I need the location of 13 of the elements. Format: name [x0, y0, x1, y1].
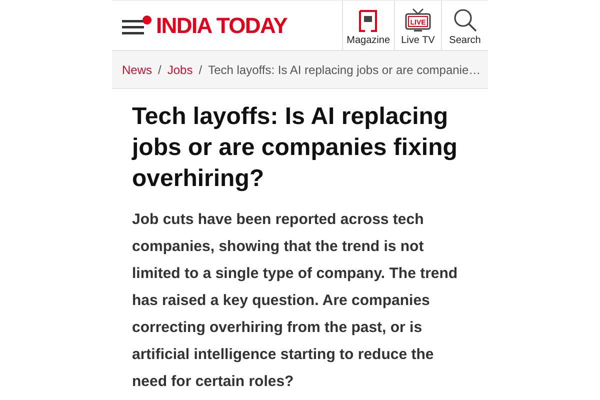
nav-link[interactable]: Search: [441, 1, 488, 50]
breadcrumb-link[interactable]: News: [122, 62, 152, 76]
article-title: Tech layoffs: Is AI replacing jobs or are companies fixing overhiring?: [132, 102, 458, 194]
menu-icon[interactable]: [122, 14, 152, 36]
site-logo[interactable]: INDIA TODAY: [156, 12, 287, 38]
search-icon: [453, 8, 477, 32]
breadcrumb-separator: /: [158, 62, 162, 76]
breadcrumb-link[interactable]: Jobs: [167, 62, 193, 76]
nav-link[interactable]: Magazine: [342, 1, 394, 50]
magazine-icon: [359, 10, 378, 32]
breadcrumb-current: Tech layoffs: Is AI replacing jobs or are companie…: [208, 62, 481, 76]
breadcrumb-separator: /: [198, 62, 202, 76]
article-summary: Job cuts have been reported across tech companies, showing that the trend is not limited to a single type of company. The trend has raised a key question. Are companies correcting overhiring from the past, or is artificial intelligence starting to reduce the need for certain roles?: [132, 210, 459, 392]
